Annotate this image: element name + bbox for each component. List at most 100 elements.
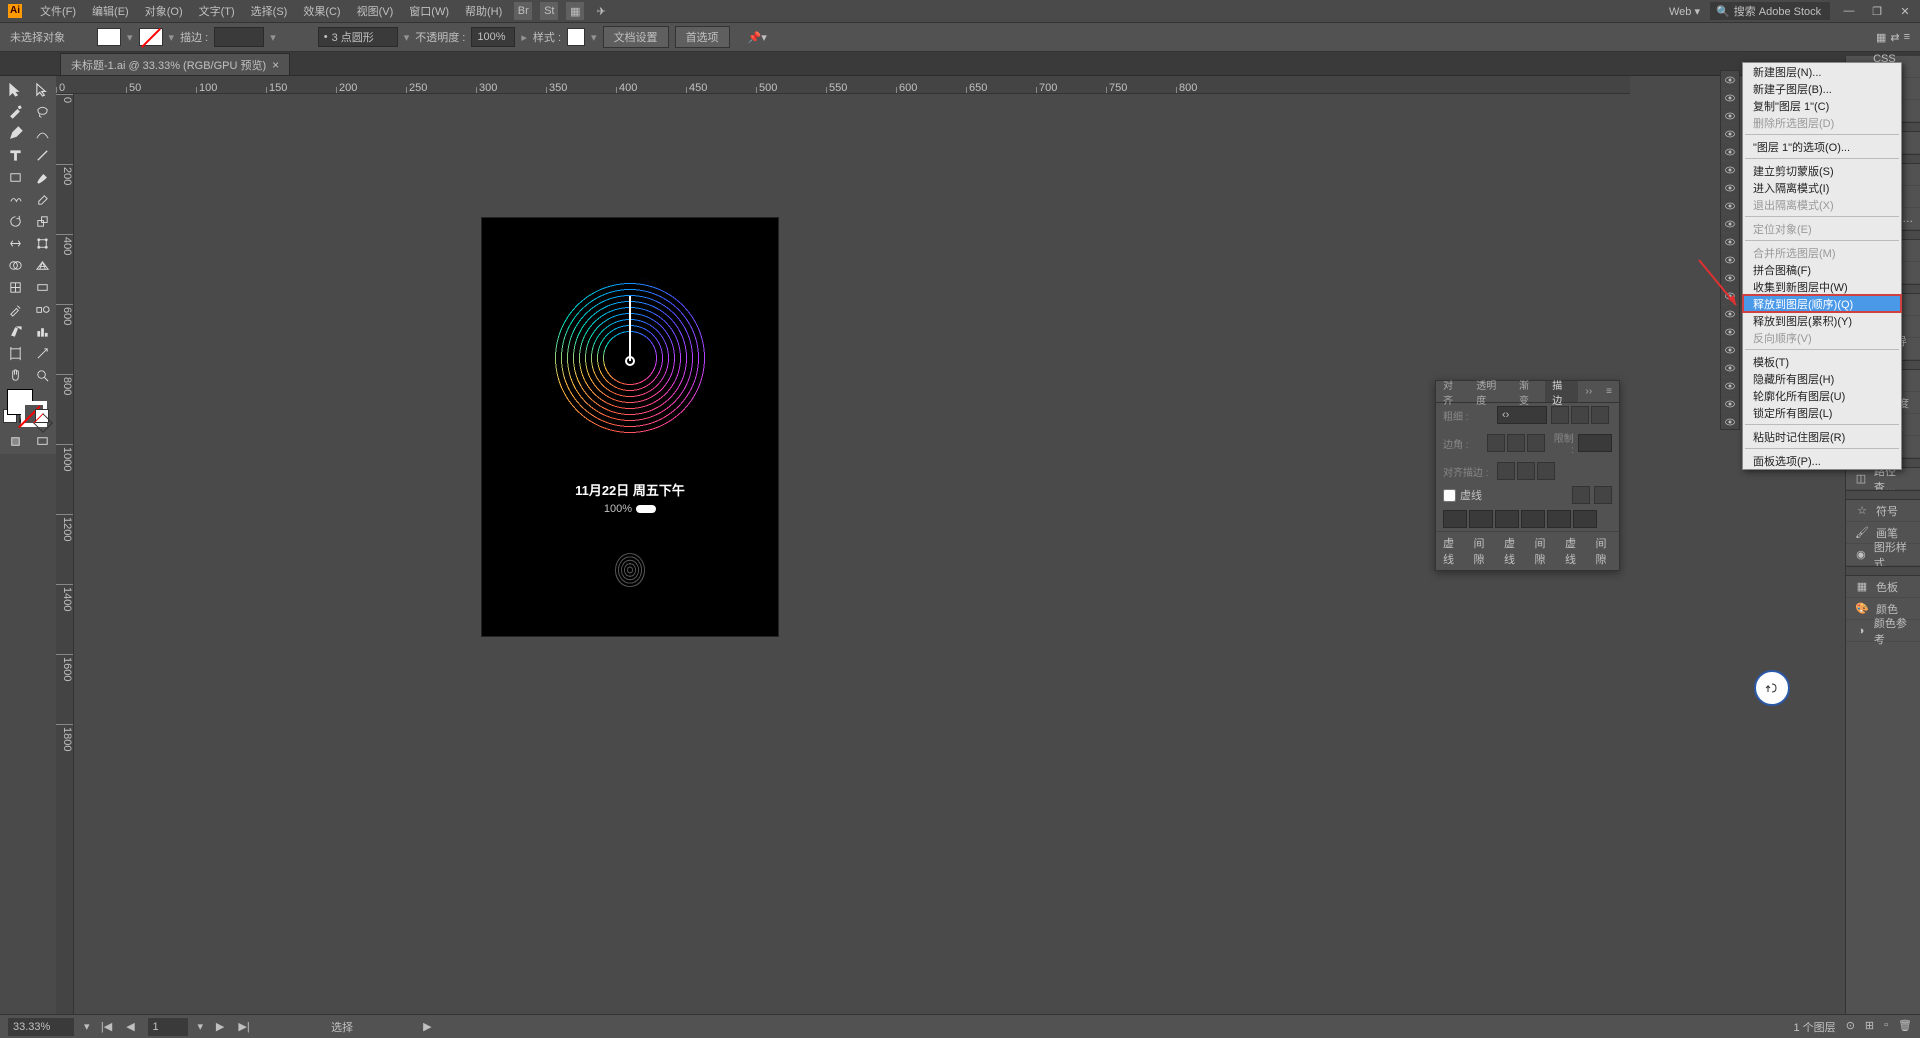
layer-visibility-toggle[interactable] <box>1721 197 1739 215</box>
style-swatch[interactable] <box>567 28 585 46</box>
layers-menu-item[interactable]: 面板选项(P)... <box>1743 452 1901 469</box>
type-tool[interactable] <box>3 145 28 165</box>
panel-color-guide[interactable]: ◑颜色参考 <box>1846 620 1920 642</box>
align-inside-icon[interactable] <box>1517 462 1535 480</box>
join-round-icon[interactable] <box>1507 434 1525 452</box>
dash-3[interactable] <box>1547 510 1571 528</box>
gap-2[interactable] <box>1521 510 1545 528</box>
workspace-switcher[interactable]: Web ▾ <box>1663 5 1706 18</box>
layer-visibility-toggle[interactable] <box>1721 179 1739 197</box>
layers-menu-item[interactable]: 模板(T) <box>1743 353 1901 370</box>
artboard-number-input[interactable]: 1 <box>148 1018 188 1036</box>
menu-object[interactable]: 对象(O) <box>137 3 191 19</box>
layer-visibility-toggle[interactable] <box>1721 395 1739 413</box>
menu-file[interactable]: 文件(F) <box>32 3 84 19</box>
list-icon[interactable]: ≡ <box>1904 31 1910 44</box>
stroke-weight-field[interactable]: ‹› <box>1497 406 1547 424</box>
free-transform-tool[interactable] <box>30 233 55 253</box>
layers-menu-item[interactable]: 轮廓化所有图层(U) <box>1743 387 1901 404</box>
rectangle-tool[interactable] <box>3 167 28 187</box>
document-tab[interactable]: 未标题-1.ai @ 33.33% (RGB/GPU 预览) × <box>60 53 290 75</box>
align-outside-icon[interactable] <box>1537 462 1555 480</box>
symbol-sprayer-tool[interactable] <box>3 321 28 341</box>
restore-button[interactable]: ❐ <box>1868 4 1886 18</box>
scale-tool[interactable] <box>30 211 55 231</box>
gap-3[interactable] <box>1573 510 1597 528</box>
dashed-line-checkbox[interactable] <box>1443 489 1456 502</box>
dash-preserve-icon[interactable] <box>1572 486 1590 504</box>
layers-menu-item[interactable]: 建立剪切蒙版(S) <box>1743 162 1901 179</box>
panel-symbols[interactable]: ☆符号 <box>1846 500 1920 522</box>
layer-visibility-toggle[interactable] <box>1721 323 1739 341</box>
layer-visibility-toggle[interactable] <box>1721 359 1739 377</box>
hand-tool[interactable] <box>3 365 28 385</box>
dash-align-icon[interactable] <box>1594 486 1612 504</box>
cap-round-icon[interactable] <box>1571 406 1589 424</box>
layers-menu-item[interactable]: "图层 1"的选项(O)... <box>1743 138 1901 155</box>
eraser-tool[interactable] <box>30 189 55 209</box>
layers-menu-item[interactable]: 锁定所有图层(L) <box>1743 404 1901 421</box>
artboard-tool[interactable] <box>3 343 28 363</box>
layers-menu-item[interactable]: 隐藏所有图层(H) <box>1743 370 1901 387</box>
slice-tool[interactable] <box>30 343 55 363</box>
gradient-tool[interactable] <box>30 277 55 297</box>
fill-swatch[interactable] <box>97 28 121 46</box>
panel-collapse-icon[interactable]: ›› <box>1578 381 1599 402</box>
panel-pathfinder[interactable]: ◫路径查… <box>1846 468 1920 490</box>
join-miter-icon[interactable] <box>1487 434 1505 452</box>
align-to-icon[interactable]: ▦ <box>1876 31 1886 44</box>
cap-butt-icon[interactable] <box>1551 406 1569 424</box>
layer-visibility-toggle[interactable] <box>1721 71 1739 89</box>
menu-help[interactable]: 帮助(H) <box>457 3 510 19</box>
preferences-button[interactable]: 首选项 <box>675 26 730 48</box>
gpu-icon[interactable]: ✈ <box>592 2 610 20</box>
zoom-tool[interactable] <box>30 365 55 385</box>
menu-effect[interactable]: 效果(C) <box>295 3 348 19</box>
rotate-tool[interactable] <box>3 211 28 231</box>
prev-artboard-icon[interactable]: ◀ <box>124 1020 138 1034</box>
artboard[interactable]: 11月22日 周五下午 100% <box>482 218 778 636</box>
menu-view[interactable]: 视图(V) <box>349 3 402 19</box>
blend-tool[interactable] <box>30 299 55 319</box>
layer-visibility-toggle[interactable] <box>1721 161 1739 179</box>
layer-visibility-toggle[interactable] <box>1721 125 1739 143</box>
last-artboard-icon[interactable]: ▶| <box>237 1020 251 1034</box>
magic-wand-tool[interactable] <box>3 101 28 121</box>
panel-graphic-styles[interactable]: ◉图形样式 <box>1846 544 1920 566</box>
panel-tab-transparency[interactable]: 透明度 <box>1469 381 1512 402</box>
layers-menu-item[interactable]: 复制"图层 1"(C) <box>1743 97 1901 114</box>
panel-swatches[interactable]: ▦色板 <box>1846 576 1920 598</box>
cap-projecting-icon[interactable] <box>1591 406 1609 424</box>
column-graph-tool[interactable] <box>30 321 55 341</box>
layer-visibility-toggle[interactable] <box>1721 233 1739 251</box>
align-center-icon[interactable] <box>1497 462 1515 480</box>
gap-1[interactable] <box>1469 510 1493 528</box>
eyedropper-tool[interactable] <box>3 299 28 319</box>
layer-visibility-toggle[interactable] <box>1721 215 1739 233</box>
next-artboard-icon[interactable]: ▶ <box>213 1020 227 1034</box>
layers-menu-item[interactable]: 粘贴时记住图层(R) <box>1743 428 1901 445</box>
layer-visibility-toggle[interactable] <box>1721 413 1739 431</box>
shaper-tool[interactable] <box>3 189 28 209</box>
layer-visibility-toggle[interactable] <box>1721 341 1739 359</box>
direct-selection-tool[interactable] <box>30 79 55 99</box>
layers-menu-item[interactable]: 进入隔离模式(I) <box>1743 179 1901 196</box>
menu-window[interactable]: 窗口(W) <box>401 3 457 19</box>
layer-visibility-toggle[interactable] <box>1721 143 1739 161</box>
dash-2[interactable] <box>1495 510 1519 528</box>
paintbrush-tool[interactable] <box>30 167 55 187</box>
selection-tool[interactable] <box>3 79 28 99</box>
locate-layer-icon[interactable]: ⊙ <box>1846 1019 1855 1035</box>
delete-layer-icon[interactable]: 🗑 <box>1898 1019 1912 1035</box>
zoom-input[interactable]: 33.33% <box>8 1018 74 1036</box>
new-sublayer-icon[interactable]: ⊞ <box>1865 1019 1874 1035</box>
layer-visibility-toggle[interactable] <box>1721 377 1739 395</box>
stroke-weight-input[interactable] <box>214 27 264 47</box>
shape-builder-tool[interactable] <box>3 255 28 275</box>
layer-visibility-toggle[interactable] <box>1721 287 1739 305</box>
line-tool[interactable] <box>30 145 55 165</box>
arrange-icon[interactable]: ▦ <box>566 2 584 20</box>
layers-panel-menu[interactable]: 新建图层(N)...新建子图层(B)...复制"图层 1"(C)删除所选图层(D… <box>1742 62 1902 470</box>
menu-type[interactable]: 文字(T) <box>191 3 243 19</box>
minimize-button[interactable]: — <box>1840 4 1858 18</box>
